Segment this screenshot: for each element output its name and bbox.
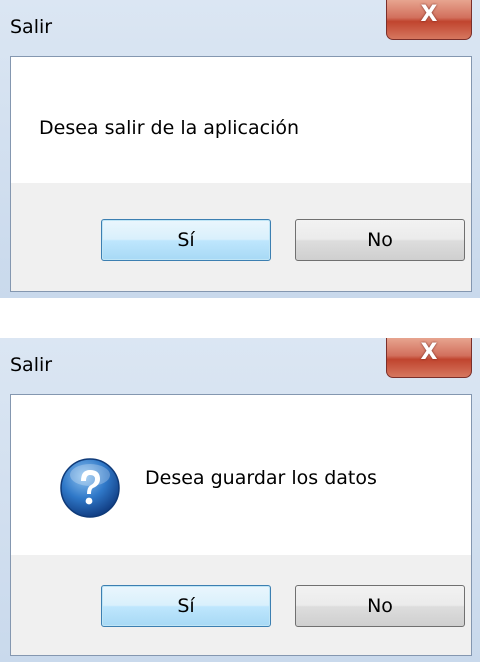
close-icon: X: [420, 2, 438, 27]
close-button[interactable]: X: [386, 0, 472, 40]
title-bar[interactable]: Salir X: [0, 0, 480, 56]
dialog-title: Salir: [10, 16, 53, 38]
dialog-content: Desea salir de la aplicación Sí No: [10, 56, 472, 292]
question-icon: [60, 458, 120, 518]
yes-button[interactable]: Sí: [101, 219, 271, 261]
dialog-message: Desea salir de la aplicación: [39, 117, 300, 139]
message-area: Desea salir de la aplicación: [11, 57, 471, 185]
yes-button[interactable]: Sí: [101, 585, 271, 627]
dialog-content: Desea guardar los datos Sí No: [10, 394, 472, 656]
close-button[interactable]: X: [386, 338, 472, 378]
no-button[interactable]: No: [295, 219, 465, 261]
message-area: Desea guardar los datos: [11, 395, 471, 555]
no-button[interactable]: No: [295, 585, 465, 627]
button-bar: Sí No: [11, 555, 471, 655]
exit-dialog: Salir X Desea salir de la aplicación Sí …: [0, 0, 480, 298]
dialog-title: Salir: [10, 354, 53, 376]
title-bar[interactable]: Salir X: [0, 338, 480, 394]
dialog-message: Desea guardar los datos: [145, 467, 377, 489]
close-icon: X: [420, 340, 438, 365]
save-dialog: Salir X Desea guardar los datos Sí No: [0, 338, 480, 662]
button-bar: Sí No: [11, 183, 471, 291]
